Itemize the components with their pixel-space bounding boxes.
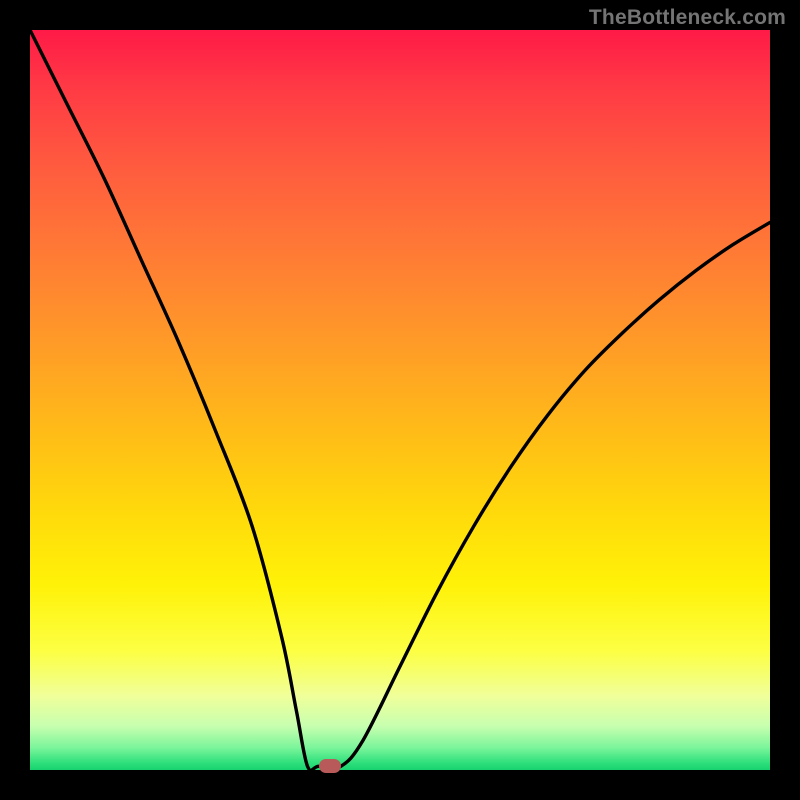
curve-path bbox=[30, 30, 770, 770]
optimum-marker bbox=[319, 759, 341, 773]
watermark-text: TheBottleneck.com bbox=[589, 6, 786, 30]
plot-area bbox=[30, 30, 770, 770]
chart-frame: TheBottleneck.com bbox=[0, 0, 800, 800]
curve-svg bbox=[30, 30, 770, 770]
